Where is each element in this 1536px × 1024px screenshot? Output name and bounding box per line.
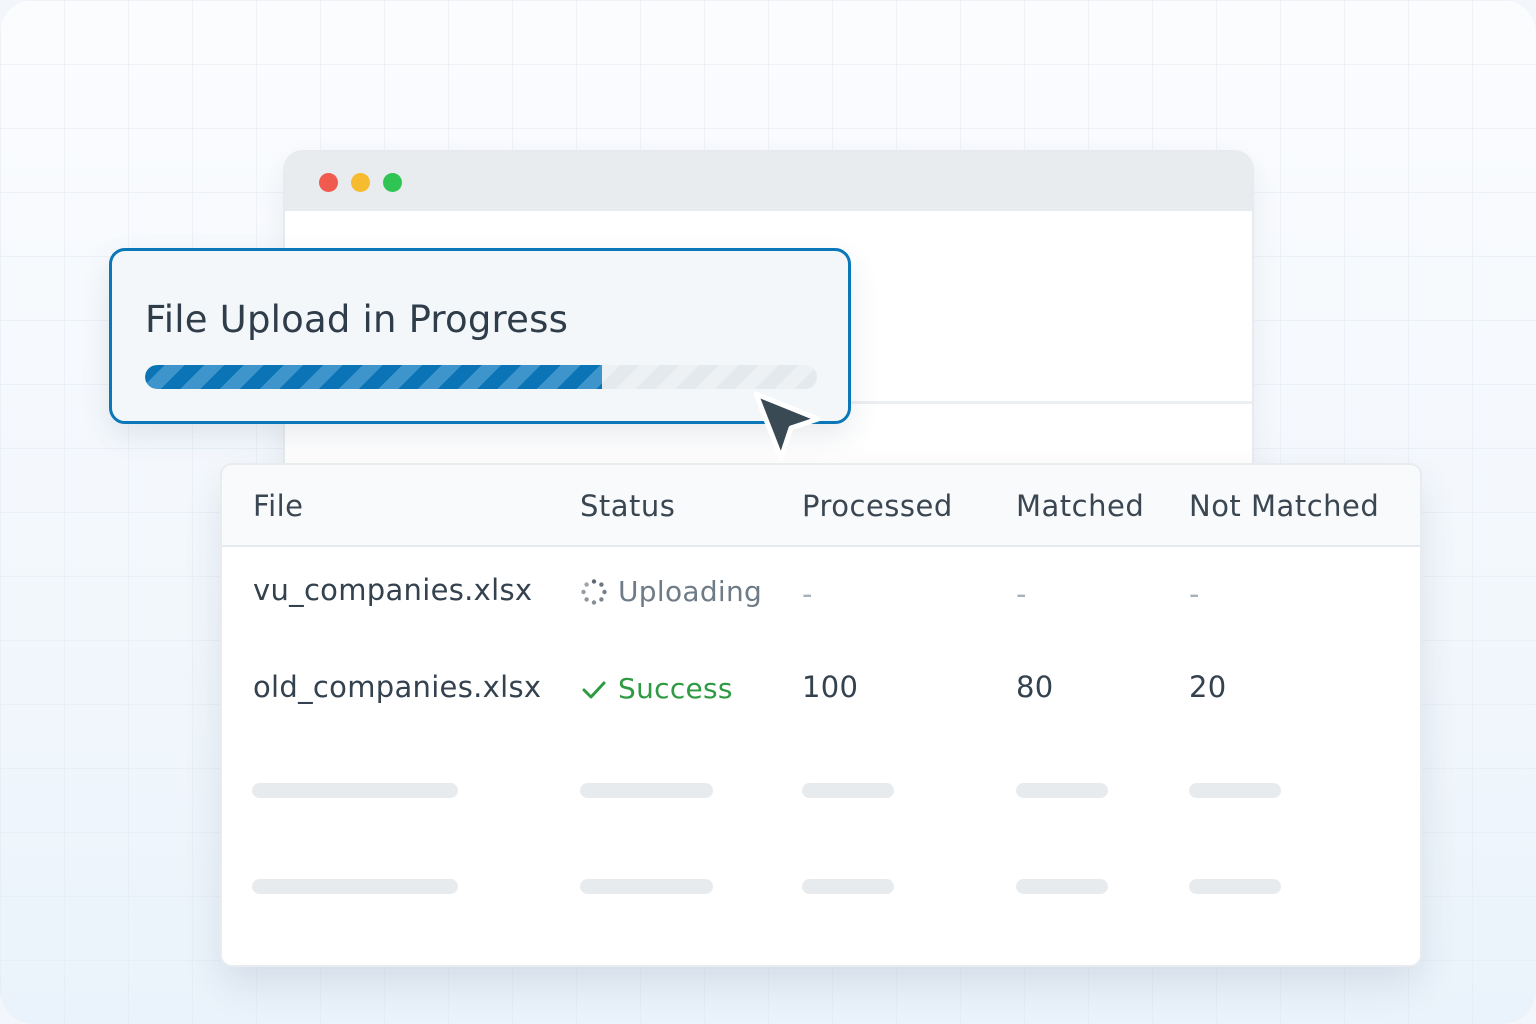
table-row[interactable]: vu_companies.xlsx Uploading - - - <box>222 563 1420 653</box>
browser-title-bar <box>285 152 1252 211</box>
skeleton-placeholder <box>802 879 894 894</box>
skeleton-row <box>222 879 1420 895</box>
file-name: old_companies.xlsx <box>253 670 542 704</box>
upload-progress-bar <box>145 365 817 389</box>
processed-value: - <box>802 577 813 611</box>
header-status[interactable]: Status <box>580 489 675 523</box>
skeleton-placeholder <box>580 783 713 798</box>
status-label: Success <box>618 672 733 705</box>
maximize-window-dot[interactable] <box>383 173 402 192</box>
file-name: vu_companies.xlsx <box>253 573 533 607</box>
skeleton-placeholder <box>1016 783 1108 798</box>
skeleton-placeholder <box>580 879 713 894</box>
skeleton-placeholder <box>1016 879 1108 894</box>
header-not-matched[interactable]: Not Matched <box>1189 489 1379 523</box>
header-matched[interactable]: Matched <box>1016 489 1144 523</box>
skeleton-placeholder <box>802 783 894 798</box>
upload-results-table: File Status Processed Matched Not Matche… <box>222 465 1420 965</box>
status-badge: Uploading <box>580 575 762 608</box>
table-header: File Status Processed Matched Not Matche… <box>222 465 1420 547</box>
header-file[interactable]: File <box>253 489 304 523</box>
skeleton-placeholder <box>252 783 458 798</box>
status-badge: Success <box>580 672 733 705</box>
skeleton-placeholder <box>1189 783 1281 798</box>
not-matched-value: 20 <box>1189 670 1227 704</box>
matched-value: 80 <box>1016 670 1054 704</box>
minimize-window-dot[interactable] <box>351 173 370 192</box>
processed-value: 100 <box>802 670 859 704</box>
upload-progress-fill <box>145 365 602 389</box>
not-matched-value: - <box>1189 577 1200 611</box>
skeleton-placeholder <box>252 879 458 894</box>
header-processed[interactable]: Processed <box>802 489 953 523</box>
table-row[interactable]: old_companies.xlsx Success 100 80 20 <box>222 660 1420 750</box>
close-window-dot[interactable] <box>319 173 338 192</box>
status-label: Uploading <box>618 575 763 608</box>
check-icon <box>582 681 606 698</box>
upload-progress-card: File Upload in Progress <box>109 248 851 424</box>
mouse-pointer-icon <box>753 391 821 461</box>
skeleton-placeholder <box>1189 879 1281 894</box>
skeleton-row <box>222 783 1420 799</box>
spinner-icon <box>581 578 607 605</box>
upload-title: File Upload in Progress <box>145 298 569 341</box>
background-canvas: File Upload in Progress File Status Proc… <box>0 0 1536 1024</box>
matched-value: - <box>1016 577 1027 611</box>
